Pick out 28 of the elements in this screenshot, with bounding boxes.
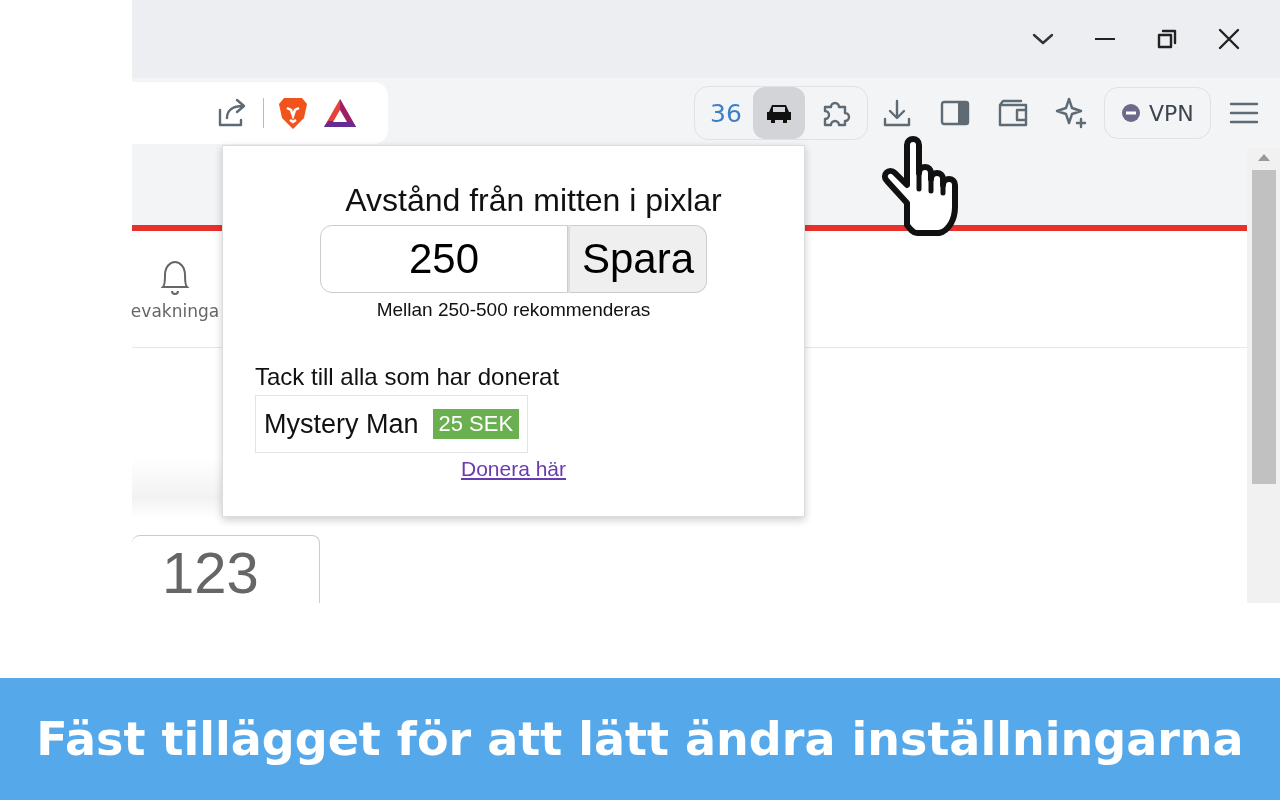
restore-icon [1156,28,1178,50]
donor-name: Mystery Man [264,408,419,440]
caption-text: Fäst tillägget för att lätt ändra inställningarna [36,712,1244,766]
thanks-heading: Tack till alla som har donerat [255,363,560,391]
wallet-icon [997,99,1029,127]
sidebar-icon [940,100,970,126]
amount-badge: 25 SEK [432,409,520,439]
donate-link[interactable]: Donera här [460,457,567,481]
hint-text: Mellan 250-500 rekommenderas [376,299,651,321]
extension-button[interactable] [753,87,805,139]
scroll-up-icon[interactable] [1256,152,1271,162]
vpn-button[interactable]: VPN [1104,87,1211,139]
tab-count: 36 [709,98,743,128]
save-button[interactable]: Spara [568,225,707,293]
lion-shield-icon[interactable] [278,96,308,130]
menu-icon [1228,101,1259,125]
popup-title: Avstånd från mitten i pixlar [345,182,722,219]
notifications-link[interactable]: evakninga [120,257,230,321]
scroll-thumb[interactable] [1251,170,1276,484]
download-icon [882,98,912,128]
sparkle-icon [1055,97,1087,129]
chevron-down-icon [1032,32,1054,46]
close-icon [1218,28,1240,50]
minimize-icon [1095,37,1115,41]
plate-text: 123 [162,543,259,603]
distance-input[interactable]: 250 [320,225,568,293]
triangle-logo-icon[interactable] [322,97,358,129]
minus-circle-icon [1121,103,1141,123]
